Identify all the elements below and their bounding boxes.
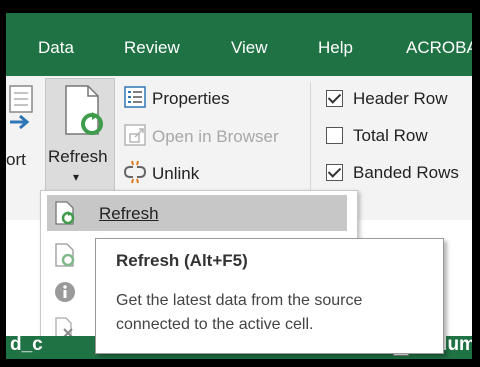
unlink-button[interactable]: Unlink [152, 164, 199, 184]
refresh-icon [54, 200, 76, 231]
tab-acrobat[interactable]: ACROBA [406, 38, 478, 58]
open-in-browser-button[interactable]: Open in Browser [152, 127, 279, 147]
ribbon-group-separator [310, 82, 311, 202]
frame-border-top [0, 0, 480, 13]
header-row-label[interactable]: Header Row [353, 89, 448, 109]
refresh-dropdown-arrow[interactable]: ▾ [73, 170, 79, 184]
import-label-partial: ort [6, 150, 26, 169]
refresh-all-label: Refresh [48, 147, 108, 166]
info-icon[interactable] [54, 281, 76, 308]
frame-border-right [472, 0, 480, 367]
frame-border-bottom [0, 359, 480, 367]
menu-item-refresh[interactable] [47, 195, 347, 231]
properties-icon [124, 86, 146, 113]
tab-help[interactable]: Help [318, 38, 353, 58]
refresh-all-icon [62, 84, 106, 145]
total-row-label[interactable]: Total Row [353, 126, 428, 146]
header-row-checkbox[interactable] [326, 90, 343, 107]
banded-rows-label[interactable]: Banded Rows [353, 163, 459, 183]
tab-data[interactable]: Data [38, 38, 74, 58]
refresh-all-menu-icon[interactable] [54, 242, 76, 273]
frame-border-left [0, 0, 6, 367]
open-in-browser-icon [124, 124, 146, 151]
tab-review[interactable]: Review [124, 38, 180, 58]
import-data-icon[interactable] [6, 82, 40, 147]
table-header-text-left: d_c [10, 334, 43, 355]
menu-refresh-label[interactable]: Refresh [99, 204, 159, 224]
refresh-tooltip: Refresh (Alt+F5) Get the latest data fro… [95, 238, 444, 354]
total-row-checkbox[interactable] [326, 127, 343, 144]
tooltip-body: Get the latest data from the source conn… [116, 292, 363, 333]
screenshot-frame: Data Review View Help ACROBA ort Refresh… [0, 0, 480, 367]
unlink-icon [122, 160, 148, 189]
tooltip-title: Refresh (Alt+F5) [116, 251, 248, 270]
banded-rows-checkbox[interactable] [326, 164, 343, 181]
properties-button[interactable]: Properties [152, 89, 229, 109]
tab-view[interactable]: View [231, 38, 268, 58]
